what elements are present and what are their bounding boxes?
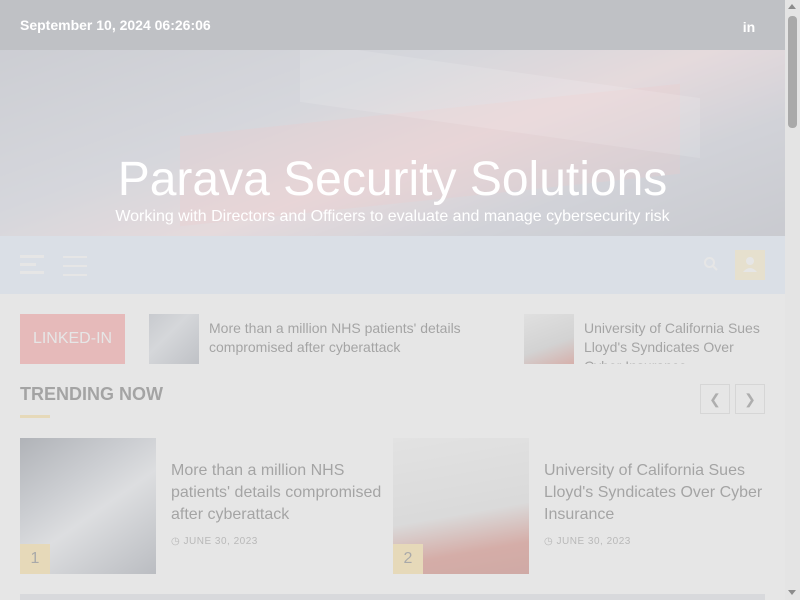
card-date-text: JUNE 30, 2023 [556,536,631,547]
ticker-item[interactable]: University of California Sues Lloyd's Sy… [524,314,785,364]
site-header: Parava Security Solutions Working with D… [0,50,785,236]
next-section-edge [20,594,765,600]
scroll-up-arrow-icon[interactable] [788,4,796,9]
clock-icon: ◷ [171,536,181,547]
trending-section: TRENDING NOW ❮ ❯ 1 More than a million N… [0,384,785,574]
top-bar: September 10, 2024 06:26:06 in [0,0,785,50]
card-title[interactable]: More than a million NHS patients' detail… [171,460,393,526]
ticker-item[interactable]: More than a million NHS patients' detail… [149,314,489,364]
current-datetime: September 10, 2024 06:26:06 [20,17,211,33]
search-icon[interactable] [703,256,721,274]
chevron-right-icon[interactable]: ❯ [735,384,765,414]
news-ticker: LINKED-IN More than a million NHS patien… [0,294,785,384]
ticker-thumbnail[interactable] [149,314,199,364]
card-title[interactable]: University of California Sues Lloyd's Sy… [544,460,765,526]
site-tagline: Working with Directors and Officers to e… [115,208,670,225]
section-title-underline [20,415,50,418]
card-rank-number: 1 [20,544,50,574]
clock-icon: ◷ [544,536,554,547]
trending-card[interactable]: 1 More than a million NHS patients' deta… [20,438,390,574]
ticker-label[interactable]: LINKED-IN [20,314,125,364]
ticker-thumbnail[interactable] [524,314,574,364]
scrollbar-thumb[interactable] [788,16,797,128]
section-title: TRENDING NOW [20,384,163,404]
card-date: ◷ JUNE 30, 2023 [171,536,258,547]
vertical-scrollbar[interactable] [785,0,800,600]
ticker-item-title[interactable]: University of California Sues Lloyd's Sy… [584,319,774,364]
site-title[interactable]: Parava Security Solutions [0,154,785,206]
chevron-left-icon[interactable]: ❮ [700,384,730,414]
user-icon[interactable] [735,250,765,280]
trending-card[interactable]: 2 University of California Sues Lloyd's … [393,438,765,574]
scroll-down-arrow-icon[interactable] [788,590,796,595]
linkedin-icon[interactable]: in [736,14,762,40]
card-date: ◷ JUNE 30, 2023 [544,536,631,547]
card-date-text: JUNE 30, 2023 [183,536,258,547]
main-navigation [0,236,785,294]
page: September 10, 2024 06:26:06 in Parava Se… [0,0,785,600]
card-rank-number: 2 [393,544,423,574]
hamburger-icon[interactable] [63,256,87,276]
offcanvas-menu-icon[interactable] [20,255,44,274]
ticker-item-title[interactable]: More than a million NHS patients' detail… [209,319,489,357]
